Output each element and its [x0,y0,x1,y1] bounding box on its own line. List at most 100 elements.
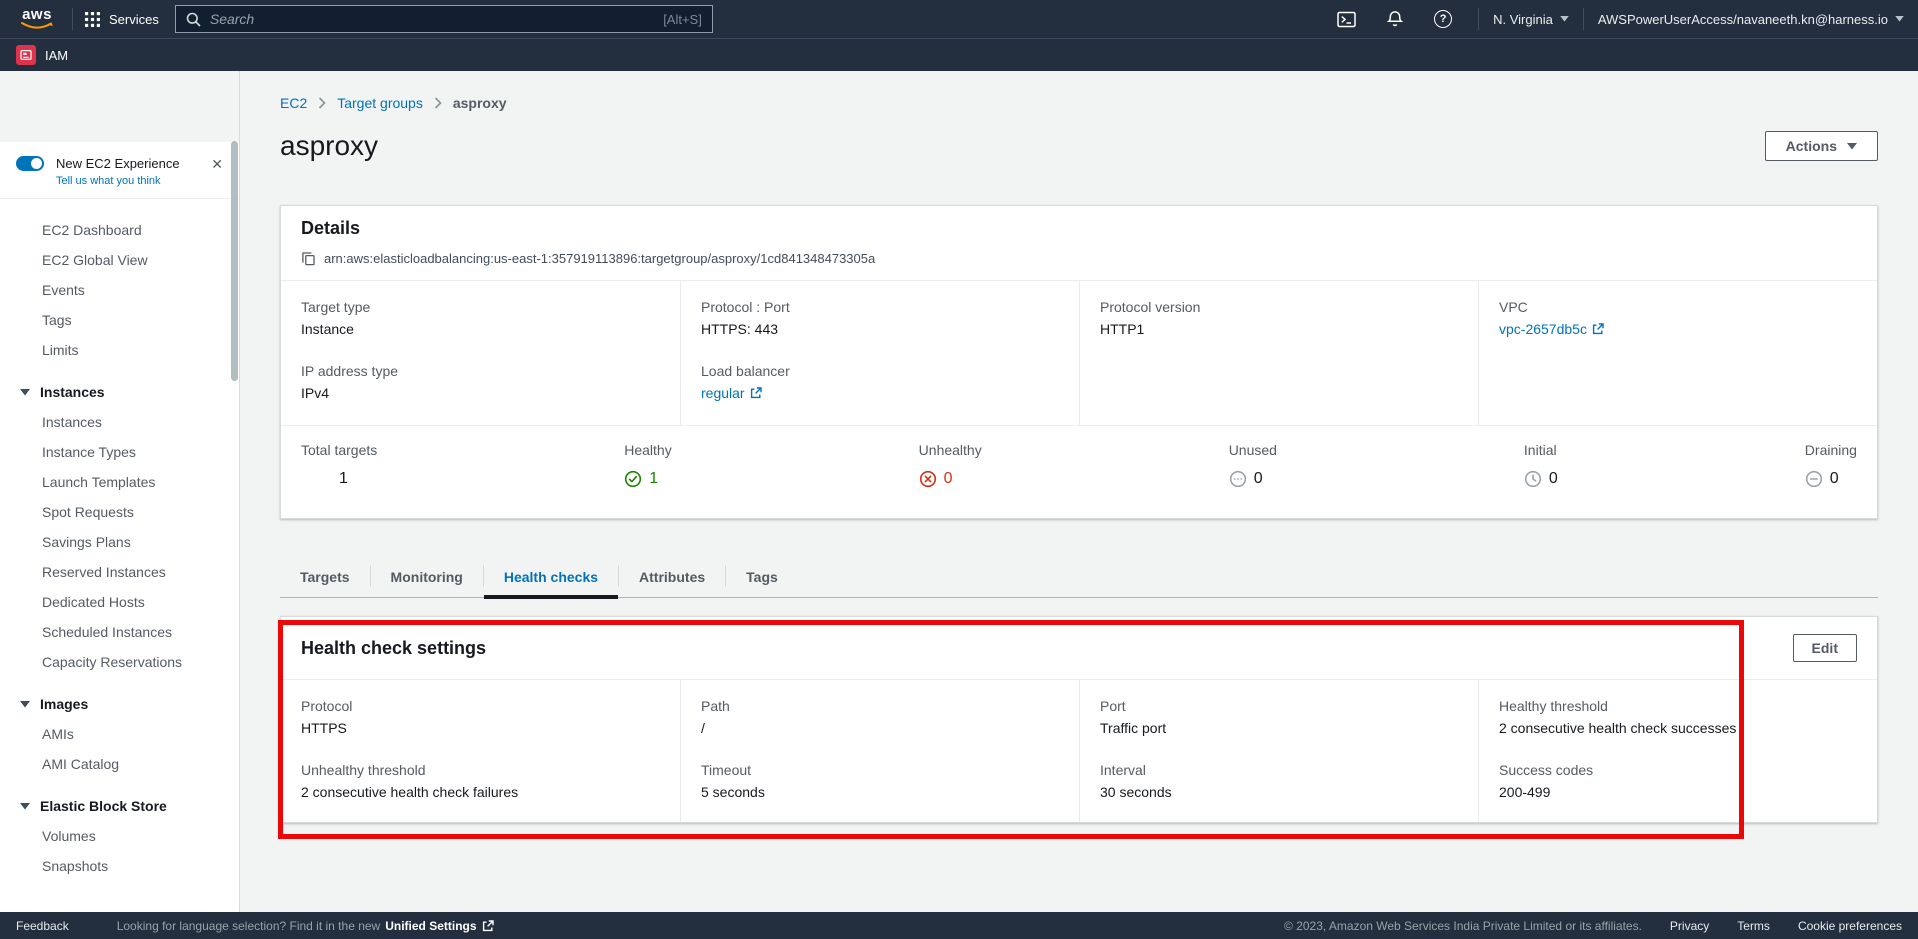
sidebar-item-snapshots[interactable]: Snapshots [0,851,239,881]
sidebar-top-spacer [0,71,239,142]
stat-unused: Unused0 [1229,442,1277,488]
aws-logo[interactable]: aws [14,8,60,30]
breadcrumb-asproxy: asproxy [453,95,507,111]
field-value: HTTPS: 443 [701,321,1059,337]
breadcrumb-target-groups[interactable]: Target groups [337,95,423,111]
stat-label: Unused [1229,442,1277,458]
search-input[interactable]: Search [Alt+S] [175,5,713,33]
page-title: asproxy [280,129,378,163]
sidebar-section-images[interactable]: Images [0,689,239,719]
stat-label: Healthy [624,442,671,458]
copy-arn-icon[interactable] [301,251,316,266]
field-label: Load balancer [701,363,1059,379]
sidebar-item-ec2-global-view[interactable]: EC2 Global View [0,245,239,275]
tab-health-checks[interactable]: Health checks [484,555,618,597]
sidebar-item-limits[interactable]: Limits [0,335,239,365]
favorites-bar: IAM [0,38,1918,71]
language-selection-hint: Looking for language selection? Find it … [117,919,494,933]
unified-settings-link[interactable]: Unified Settings [385,919,476,933]
search-icon [186,12,201,27]
field-column: Protocol : Port HTTPS: 443 Load balancer re… [680,281,1079,425]
field-column: Protocol versionHTTP1 [1079,281,1478,425]
sidebar-item-scheduled-instances[interactable]: Scheduled Instances [0,617,239,647]
actions-button[interactable]: Actions [1765,131,1878,161]
favorite-iam[interactable]: IAM [16,45,68,65]
sidebar-item-savings-plans[interactable]: Savings Plans [0,527,239,557]
services-label: Services [109,12,159,27]
tab-tags[interactable]: Tags [726,555,798,597]
field-column: Target typeInstanceIP address typeIPv4 [281,281,680,425]
sidebar-item-amis[interactable]: AMIs [0,719,239,749]
stat-label: Initial [1524,442,1558,458]
breadcrumb: EC2 Target groups asproxy [280,95,1878,111]
field-value: vpc-2657db5c [1499,321,1857,337]
sidebar-item-instances[interactable]: Instances [0,407,239,437]
sidebar-item-ami-catalog[interactable]: AMI Catalog [0,749,239,779]
stat-label: Total targets [301,442,377,458]
footer-link-cookie-preferences[interactable]: Cookie preferences [1798,919,1902,933]
tab-monitoring[interactable]: Monitoring [371,555,483,597]
chevron-down-icon [1847,143,1857,150]
external-link-icon [750,387,762,399]
target-group-arn: arn:aws:elasticloadbalancing:us-east-1:3… [324,251,875,266]
sidebar-item-instance-types[interactable]: Instance Types [0,437,239,467]
sidebar-item-events[interactable]: Events [0,275,239,305]
close-icon[interactable]: ✕ [211,157,223,171]
field-label: Success codes [1499,762,1857,778]
experience-feedback-link[interactable]: Tell us what you think [56,175,223,187]
sidebar-section-elastic-block-store[interactable]: Elastic Block Store [0,791,239,821]
stat-value: 0 [919,470,982,488]
field-label: Port [1100,698,1458,714]
field-column: PortTraffic portInterval30 seconds [1079,680,1478,822]
services-menu-button[interactable]: Services [85,12,159,27]
field-success-codes: Success codes 200-499 [1499,762,1857,800]
account-label: AWSPowerUserAccess/navaneeth.kn@harness.… [1598,12,1888,27]
minus-circle-icon [1805,470,1823,488]
tab-attributes[interactable]: Attributes [619,555,725,597]
sidebar-scrollbar[interactable] [231,141,238,381]
field-label: VPC [1499,299,1857,315]
field-path: Path/ [701,698,1059,736]
region-selector[interactable]: N. Virginia [1493,12,1569,27]
sidebar-item-launch-templates[interactable]: Launch Templates [0,467,239,497]
feedback-link[interactable]: Feedback [16,919,69,933]
sidebar-item-tags[interactable]: Tags [0,305,239,335]
account-menu[interactable]: AWSPowerUserAccess/navaneeth.kn@harness.… [1598,12,1904,27]
notifications-bell-icon[interactable] [1386,10,1404,28]
sidebar-item-spot-requests[interactable]: Spot Requests [0,497,239,527]
sidebar-section-label: Elastic Block Store [40,798,167,814]
sidebar-item-reserved-instances[interactable]: Reserved Instances [0,557,239,587]
experience-toggle[interactable] [16,156,44,171]
field-value: HTTPS [301,720,660,736]
field-label: Target type [301,299,660,315]
health-check-settings-card: Health check settings Edit ProtocolHTTPS… [280,616,1878,823]
field-value: regular [701,385,1059,401]
link-regular[interactable]: regular [701,385,745,401]
field-label: Protocol : Port [701,299,1059,315]
sidebar: New EC2 Experience ✕ Tell us what you th… [0,71,240,912]
external-link-icon [482,920,494,932]
sidebar-item-dedicated-hosts[interactable]: Dedicated Hosts [0,587,239,617]
footer-link-terms[interactable]: Terms [1737,919,1770,933]
sidebar-item-capacity-reservations[interactable]: Capacity Reservations [0,647,239,677]
tab-targets[interactable]: Targets [280,555,370,597]
breadcrumb-ec2[interactable]: EC2 [280,95,307,111]
footer-link-privacy[interactable]: Privacy [1670,919,1709,933]
field-value: 200-499 [1499,784,1857,800]
external-link-icon [1592,323,1604,335]
field-value: Traffic port [1100,720,1458,736]
content-area: EC2Target groupsasproxy asproxy Actions … [240,71,1918,912]
sidebar-section-instances[interactable]: Instances [0,377,239,407]
sidebar-item-volumes[interactable]: Volumes [0,821,239,851]
stat-number: 1 [649,470,658,488]
field-timeout: Timeout5 seconds [701,762,1059,800]
field-value: HTTP1 [1100,321,1458,337]
field-protocol-version: Protocol versionHTTP1 [1100,299,1458,337]
cloudshell-icon[interactable] [1337,11,1356,28]
sidebar-item-ec2-dashboard[interactable]: EC2 Dashboard [0,215,239,245]
tab-bar: TargetsMonitoringHealth checksAttributes… [280,555,1878,598]
link-vpc-2657db5c[interactable]: vpc-2657db5c [1499,321,1587,337]
field-label: Healthy threshold [1499,698,1857,714]
edit-button[interactable]: Edit [1793,634,1857,662]
help-icon[interactable]: ? [1434,10,1452,28]
